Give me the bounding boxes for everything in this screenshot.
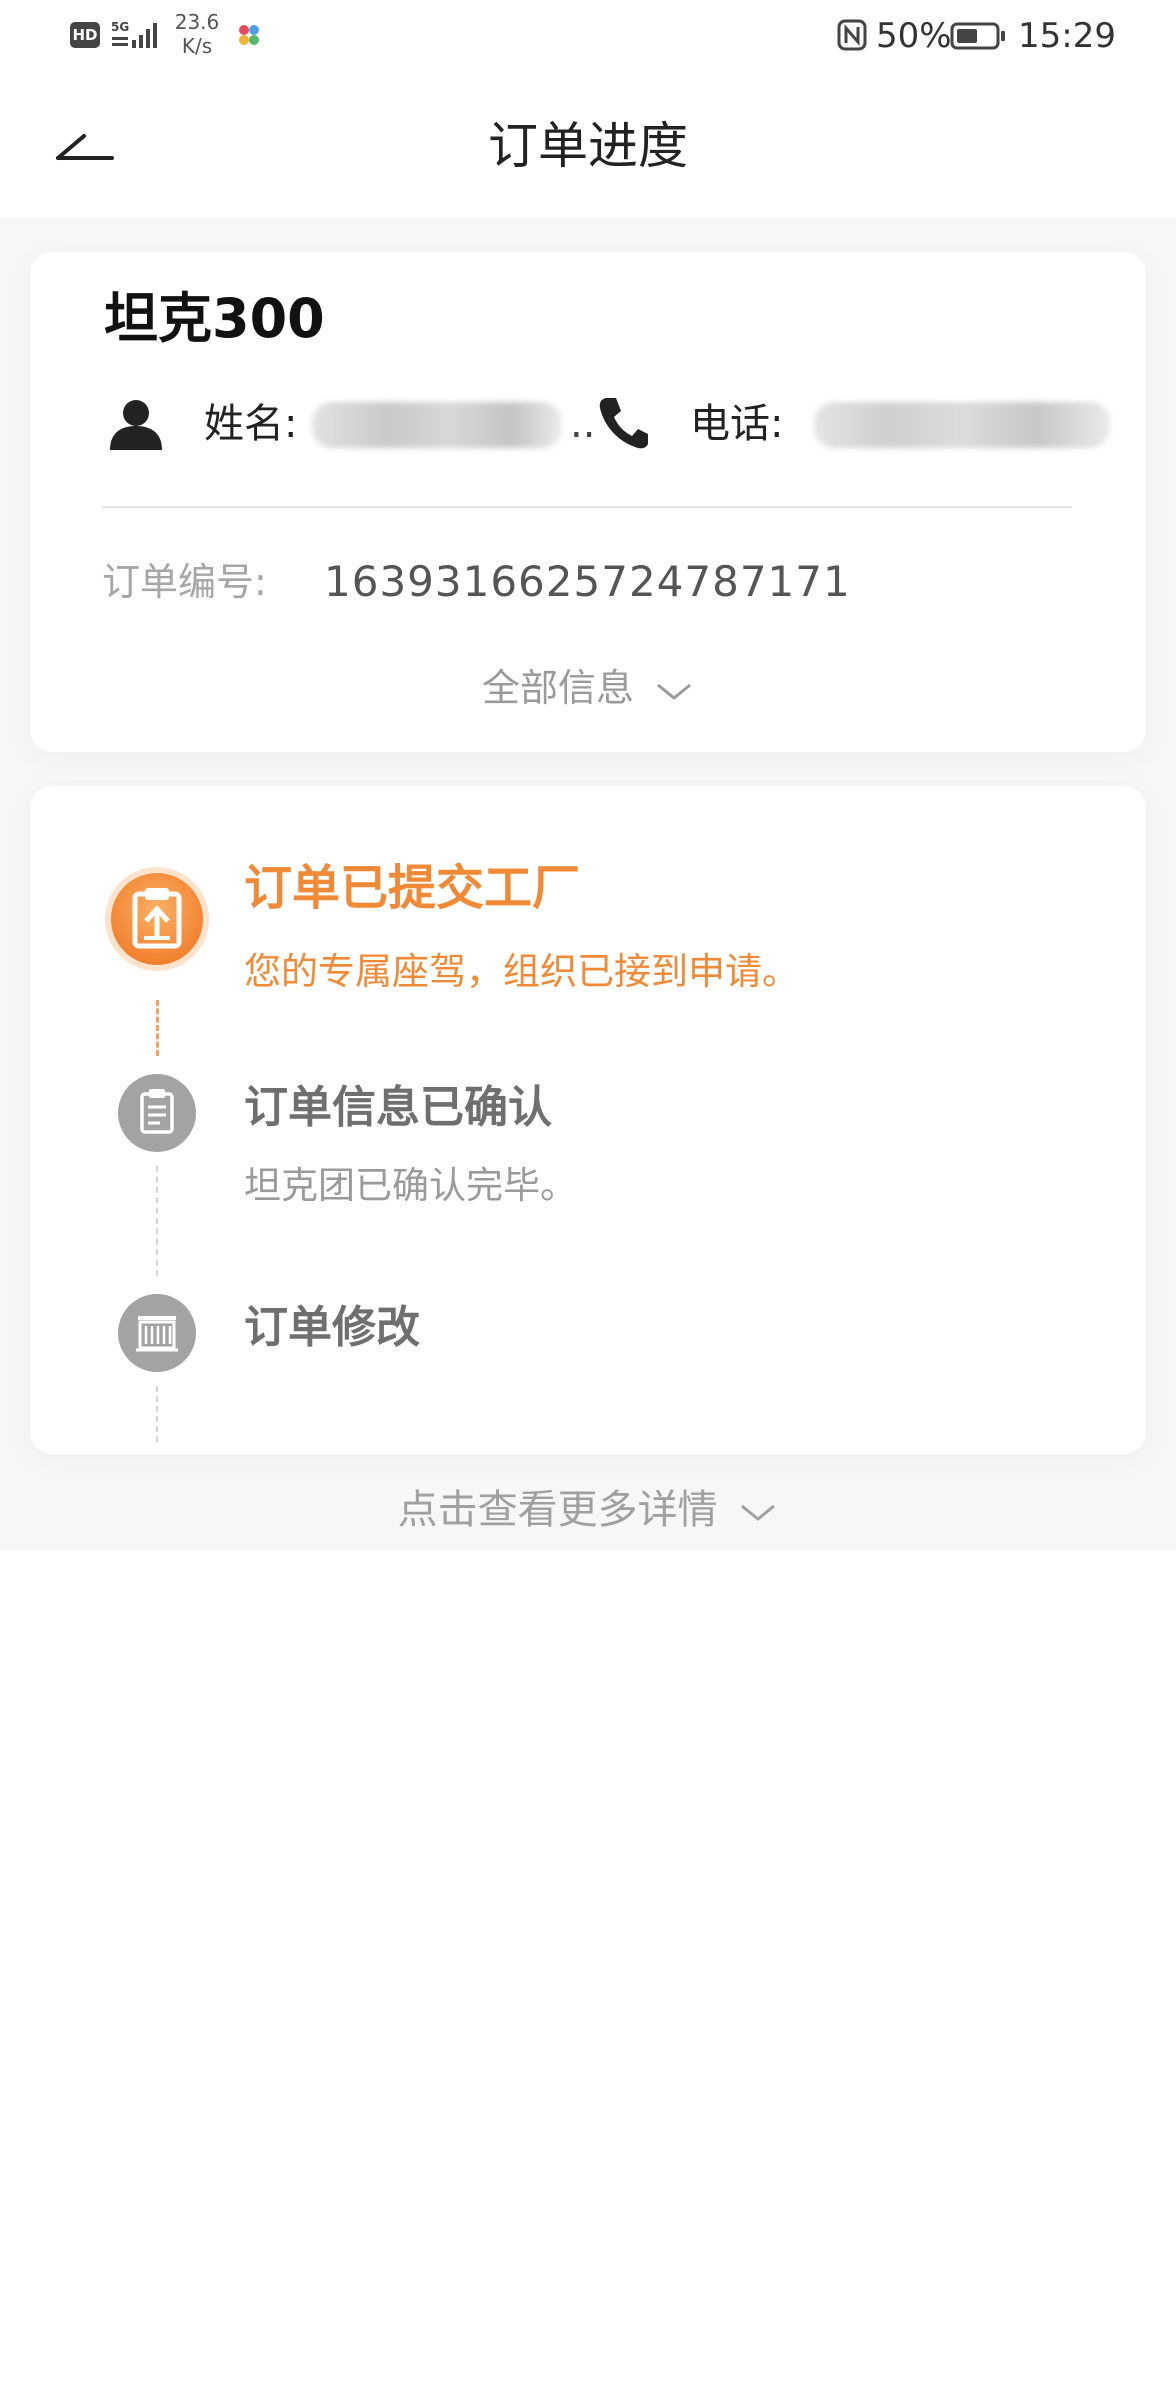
chevron-down-icon: [741, 1504, 776, 1521]
name-label: 姓名:: [204, 401, 298, 447]
order-number: 1639316625724787171: [324, 557, 851, 606]
network-speed: 23.6 K/s: [172, 10, 222, 58]
phone-label: 电话:: [690, 401, 784, 447]
phone-value-redacted: [814, 402, 1110, 448]
car-model-name: 坦克300: [104, 287, 325, 350]
name-value-redacted: [312, 402, 562, 448]
more-details-label: 点击查看更多详情: [397, 1487, 718, 1533]
order-progress-card: 订单已提交工厂 您的专属座驾，组织已接到申请。 订单信息已确认 坦克团已确认完毕…: [30, 786, 1146, 1454]
divider: [102, 506, 1072, 508]
order-number-label: 订单编号:: [102, 560, 267, 604]
name-truncation: ..: [570, 401, 596, 447]
step-connector: [156, 1386, 158, 1442]
speed-unit: K/s: [181, 34, 213, 58]
step-title-modify: 订单修改: [244, 1302, 420, 1353]
clock: 15:29: [1018, 16, 1116, 56]
nfc-icon: [837, 19, 867, 51]
chevron-down-icon: [657, 683, 691, 700]
status-bar: HD 5G 23.6 K/s 50% 15:29: [0, 0, 1176, 72]
all-info-toggle[interactable]: 全部信息: [30, 658, 1146, 718]
app-notification-icon: [239, 25, 259, 45]
more-details-toggle[interactable]: 点击查看更多详情: [0, 1480, 1176, 1540]
step-desc-confirmed: 坦克团已确认完毕。: [244, 1164, 577, 1207]
hd-badge: HD: [70, 22, 100, 48]
page-title: 订单进度: [488, 117, 688, 175]
header: 订单进度: [0, 72, 1176, 218]
signal-icon: 5G: [111, 20, 157, 48]
network-type-label: 5G: [111, 20, 129, 34]
person-icon: [110, 400, 162, 450]
order-info-card: 坦克300 姓名: .. 电话: 订单编号: 16393166257247871…: [30, 252, 1146, 752]
battery-icon: [950, 22, 1005, 50]
phone-icon: [599, 398, 648, 449]
empty-area: [0, 1550, 1176, 2400]
step-connector: [156, 1166, 158, 1276]
clipboard-upload-icon: [105, 867, 209, 971]
factory-icon: [118, 1294, 196, 1372]
battery-percent: 50%: [876, 16, 952, 56]
speed-value: 23.6: [174, 10, 220, 34]
step-title-submitted: 订单已提交工厂: [244, 860, 581, 916]
step-connector: [156, 1000, 159, 1056]
clipboard-icon: [118, 1074, 196, 1152]
all-info-label: 全部信息: [481, 666, 634, 710]
step-title-confirmed: 订单信息已确认: [244, 1082, 552, 1133]
step-desc-submitted: 您的专属座驾，组织已接到申请。: [244, 950, 799, 993]
